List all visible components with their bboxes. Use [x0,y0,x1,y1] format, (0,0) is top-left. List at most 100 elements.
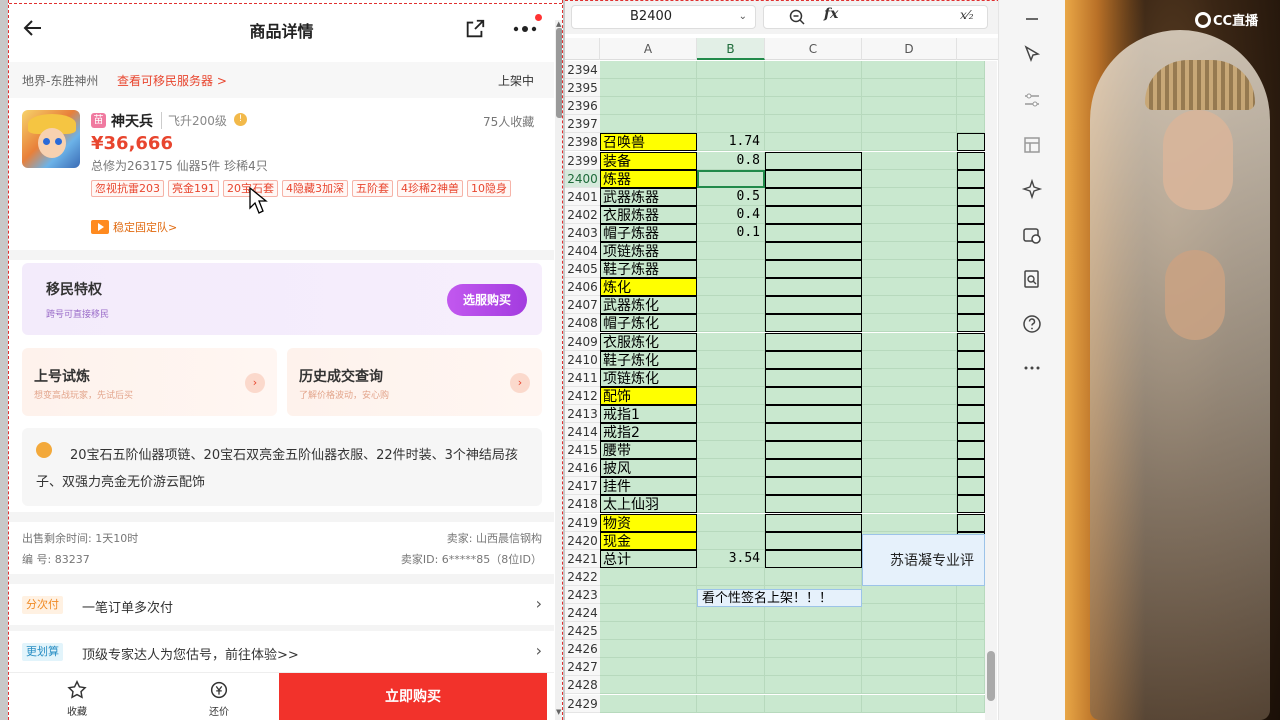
cell-b[interactable] [697,61,765,79]
cell-a[interactable]: 炼器 [600,169,697,188]
row-header[interactable]: 2398 [565,133,600,152]
minimize-icon[interactable] [1021,8,1043,30]
row-header[interactable]: 2420 [565,531,600,550]
cell-e[interactable] [957,368,985,387]
row-header[interactable]: 2428 [565,676,600,695]
cell-a[interactable]: 总计 [600,549,697,568]
cell-c[interactable] [765,513,862,532]
cell-a[interactable]: 腰带 [600,441,697,460]
cell-e[interactable] [957,622,985,641]
cell-d[interactable] [862,585,957,604]
cell-d[interactable] [862,260,957,279]
row-header[interactable]: 2405 [565,260,600,279]
trade-history-card[interactable]: 历史成交查询 了解价格波动，安心购 › [287,348,542,416]
row-header[interactable]: 2394 [565,61,600,79]
cell-d[interactable] [862,223,957,242]
more-options-icon[interactable] [1021,357,1043,379]
cell-e[interactable] [957,604,985,622]
corner-cell[interactable] [565,38,600,60]
cell-e[interactable] [957,205,985,224]
more-icon[interactable] [511,20,539,38]
cell-d[interactable] [862,404,957,423]
row-header[interactable]: 2426 [565,640,600,659]
cell-a[interactable] [600,567,697,586]
cell-c[interactable] [765,205,862,224]
cell-b[interactable] [697,658,765,677]
cell-a[interactable] [600,676,697,695]
cell-b[interactable] [697,314,765,333]
cell-a[interactable]: 装备 [600,151,697,170]
cell-e[interactable] [957,676,985,695]
fx-icon[interactable]: fx [824,6,838,22]
cell-e[interactable] [957,513,985,532]
cell-b[interactable] [697,278,765,297]
cell-e[interactable] [957,79,985,98]
pointer-icon[interactable] [1021,44,1043,66]
row-header[interactable]: 2403 [565,223,600,242]
row-header[interactable]: 2421 [565,549,600,568]
cell-a[interactable]: 帽子炼化 [600,314,697,333]
cell-e[interactable] [957,169,985,188]
guarantee-link[interactable]: 稳定固定队> [91,219,177,235]
row-header[interactable]: 2415 [565,441,600,460]
cell-a[interactable]: 武器炼器 [600,187,697,206]
cell-a[interactable]: 配饰 [600,386,697,405]
cell-d[interactable] [862,676,957,695]
cell-d[interactable] [862,296,957,315]
cell-e[interactable] [957,97,985,116]
cell-a[interactable]: 戒指1 [600,404,697,423]
cell-a[interactable]: 鞋子炼器 [600,260,697,279]
cell-b[interactable] [697,386,765,405]
row-header[interactable]: 2419 [565,513,600,532]
row-header[interactable]: 2408 [565,314,600,333]
cell-b[interactable]: 0.1 [697,223,765,242]
row-header[interactable]: 2400 [565,169,600,188]
scroll-thumb[interactable] [987,651,995,701]
cell-b[interactable] [697,423,765,441]
cell-a[interactable] [600,658,697,677]
table-icon[interactable] [1021,134,1043,156]
row-header[interactable]: 2413 [565,404,600,423]
cell-a[interactable] [600,622,697,641]
chevron-down-icon[interactable]: ⌄ [739,6,747,28]
cell-c[interactable] [765,441,862,460]
cell-c[interactable] [765,350,862,369]
row-header[interactable]: 2411 [565,368,600,387]
cell-e[interactable] [957,640,985,659]
cell-a[interactable]: 项链炼器 [600,242,697,260]
cell-b[interactable]: 3.54 [697,549,765,568]
cell-e[interactable] [957,223,985,242]
sliders-icon[interactable] [1021,89,1043,111]
installment-option[interactable]: 分次付 一笔订单多次付 › [22,584,542,624]
cell-d[interactable] [862,61,957,79]
row-header[interactable]: 2395 [565,79,600,98]
migrate-servers-link[interactable]: 查看可移民服务器 > [117,72,227,89]
cell-b[interactable]: 0.4 [697,205,765,224]
row-header[interactable]: 2414 [565,423,600,441]
cell-e[interactable] [957,187,985,206]
cell-b[interactable] [697,79,765,98]
row-header[interactable]: 2407 [565,296,600,315]
cell-d[interactable] [862,332,957,351]
cell-a[interactable] [600,640,697,659]
cell-c[interactable] [765,187,862,206]
cell-c[interactable] [765,368,862,387]
cell-a[interactable]: 衣服炼化 [600,332,697,351]
cell-c[interactable] [765,549,862,568]
favorite-button[interactable]: 收藏 [37,673,117,720]
cell-c[interactable] [765,278,862,297]
cell-c[interactable] [765,531,862,550]
cell-a[interactable] [600,694,697,713]
cell-e[interactable] [957,585,985,604]
cell-b[interactable] [697,622,765,641]
cell-b[interactable] [697,694,765,713]
cell-b[interactable] [697,368,765,387]
cell-b[interactable] [697,404,765,423]
row-header[interactable]: 2399 [565,151,600,170]
cell-a[interactable]: 挂件 [600,477,697,496]
cell-c[interactable] [765,242,862,260]
cell-c[interactable] [765,223,862,242]
cell-e[interactable] [957,278,985,297]
cell-e[interactable] [957,296,985,315]
sheet-scrollbar[interactable] [985,61,997,720]
